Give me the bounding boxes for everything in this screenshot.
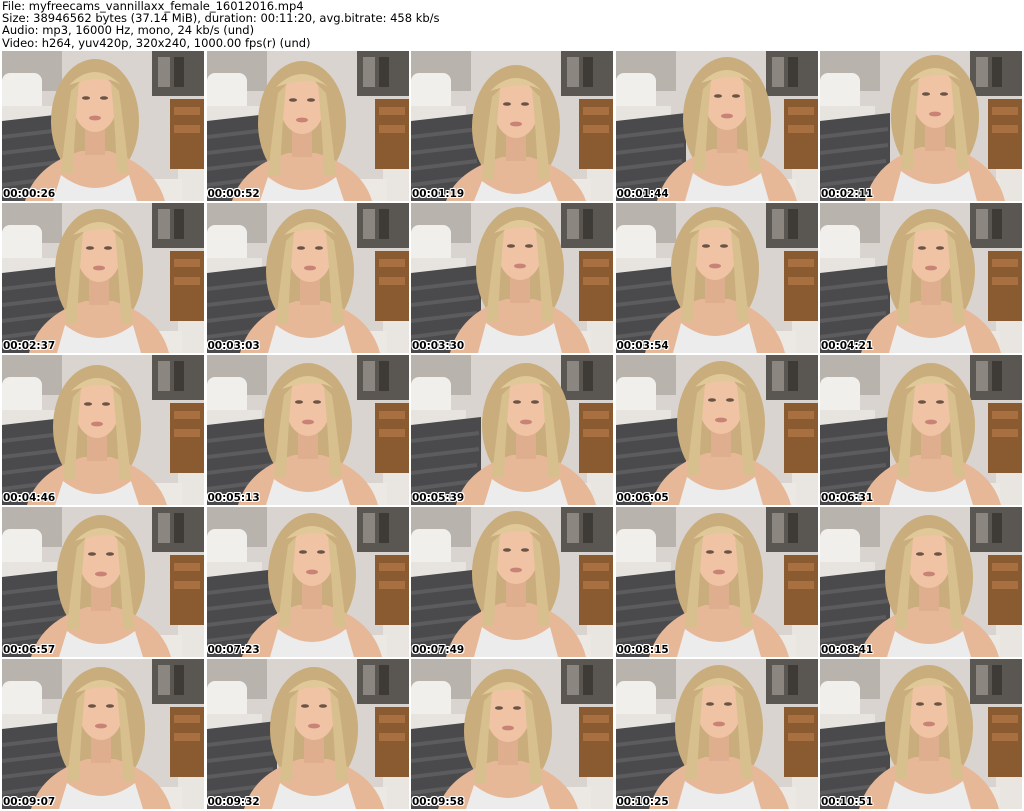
thumbnail-frame-image xyxy=(411,507,613,657)
video-thumbnail: 00:08:41 xyxy=(820,507,1022,657)
video-thumbnail: 00:09:07 xyxy=(2,659,204,809)
thumbnail-timestamp: 00:04:46 xyxy=(3,492,56,504)
thumbnail-timestamp: 00:09:32 xyxy=(207,796,260,808)
file-info-header: File: myfreecams_vannillaxx_female_16012… xyxy=(2,0,1022,50)
thumbnail-timestamp: 00:05:39 xyxy=(412,492,465,504)
thumbnail-frame-image xyxy=(615,659,818,809)
video-thumbnail: 00:05:39 xyxy=(411,355,613,505)
thumbnail-timestamp: 00:10:25 xyxy=(616,796,669,808)
thumbnail-timestamp: 00:04:21 xyxy=(821,340,874,352)
thumbnail-frame-image xyxy=(206,203,409,353)
thumbnail-frame-image xyxy=(820,659,1022,809)
thumbnail-timestamp: 00:06:57 xyxy=(3,644,56,656)
video-thumbnail: 00:02:11 xyxy=(820,51,1022,201)
thumbnail-timestamp: 00:07:49 xyxy=(412,644,465,656)
video-thumbnail: 00:10:51 xyxy=(820,659,1022,809)
video-thumbnail: 00:04:21 xyxy=(820,203,1022,353)
thumbnail-timestamp: 00:10:51 xyxy=(821,796,874,808)
thumbnail-frame-image xyxy=(2,203,204,353)
thumbnail-frame-image xyxy=(206,507,409,657)
video-thumbnail: 00:10:25 xyxy=(615,659,818,809)
thumbnail-timestamp: 00:06:31 xyxy=(821,492,874,504)
thumbnail-timestamp: 00:02:11 xyxy=(821,188,874,200)
thumbnail-frame-image xyxy=(206,51,409,201)
video-thumbnail: 00:06:31 xyxy=(820,355,1022,505)
thumbnail-frame-image xyxy=(411,355,613,505)
video-thumbnail: 00:00:52 xyxy=(206,51,409,201)
thumbnail-timestamp: 00:01:19 xyxy=(412,188,465,200)
video-thumbnail: 00:08:15 xyxy=(615,507,818,657)
video-thumbnail: 00:00:26 xyxy=(2,51,204,201)
video-info-line: Video: h264, yuv420p, 320x240, 1000.00 f… xyxy=(2,35,311,50)
video-thumbnail: 00:06:57 xyxy=(2,507,204,657)
thumbnail-frame-image xyxy=(2,507,204,657)
thumbnail-timestamp: 00:09:58 xyxy=(412,796,465,808)
video-thumbnail: 00:03:30 xyxy=(411,203,613,353)
thumbnail-timestamp: 00:06:05 xyxy=(616,492,669,504)
thumbnail-timestamp: 00:03:54 xyxy=(616,340,669,352)
thumbnail-frame-image xyxy=(2,659,204,809)
video-thumbnail: 00:07:23 xyxy=(206,507,409,657)
video-thumbnail: 00:09:32 xyxy=(206,659,409,809)
video-thumbnail: 00:01:44 xyxy=(615,51,818,201)
thumbnail-frame-image xyxy=(615,355,818,505)
thumbnail-timestamp: 00:00:52 xyxy=(207,188,260,200)
thumbnail-frame-image xyxy=(411,659,613,809)
thumbnail-frame-image xyxy=(2,355,204,505)
video-thumbnail: 00:03:54 xyxy=(615,203,818,353)
thumbnail-timestamp: 00:05:13 xyxy=(207,492,260,504)
thumbnail-timestamp: 00:07:23 xyxy=(207,644,260,656)
thumbnail-timestamp: 00:09:07 xyxy=(3,796,56,808)
thumbnail-frame-image xyxy=(820,507,1022,657)
thumbnail-grid: 00:00:26 00:00:52 00:01:19 00:01:44 00:02:11… xyxy=(2,51,1022,809)
audio-info-line: Audio: mp3, 16000 Hz, mono, 24 kb/s (und… xyxy=(2,23,255,38)
thumbnail-frame-image xyxy=(615,51,818,201)
thumbnail-timestamp: 00:02:37 xyxy=(3,340,56,352)
thumbnail-frame-image xyxy=(2,51,204,201)
video-thumbnail: 00:02:37 xyxy=(2,203,204,353)
video-thumbnail: 00:06:05 xyxy=(615,355,818,505)
thumbnail-frame-image xyxy=(615,203,818,353)
video-thumbnail: 00:04:46 xyxy=(2,355,204,505)
thumbnail-timestamp: 00:01:44 xyxy=(616,188,669,200)
video-thumbnail: 00:09:58 xyxy=(411,659,613,809)
video-thumbnail: 00:05:13 xyxy=(206,355,409,505)
video-thumbnail: 00:03:03 xyxy=(206,203,409,353)
thumbnail-timestamp: 00:03:30 xyxy=(412,340,465,352)
thumbnail-frame-image xyxy=(820,355,1022,505)
thumbnail-frame-image xyxy=(411,203,613,353)
thumbnail-timestamp: 00:08:41 xyxy=(821,644,874,656)
thumbnail-frame-image xyxy=(820,51,1022,201)
thumbnail-frame-image xyxy=(820,203,1022,353)
video-thumbnail: 00:01:19 xyxy=(411,51,613,201)
thumbnail-timestamp: 00:00:26 xyxy=(3,188,56,200)
thumbnail-frame-image xyxy=(206,659,409,809)
thumbnail-frame-image xyxy=(615,507,818,657)
thumbnail-frame-image xyxy=(411,51,613,201)
thumbnail-timestamp: 00:03:03 xyxy=(207,340,260,352)
thumbnail-frame-image xyxy=(206,355,409,505)
thumbnail-timestamp: 00:08:15 xyxy=(616,644,669,656)
video-thumbnail: 00:07:49 xyxy=(411,507,613,657)
